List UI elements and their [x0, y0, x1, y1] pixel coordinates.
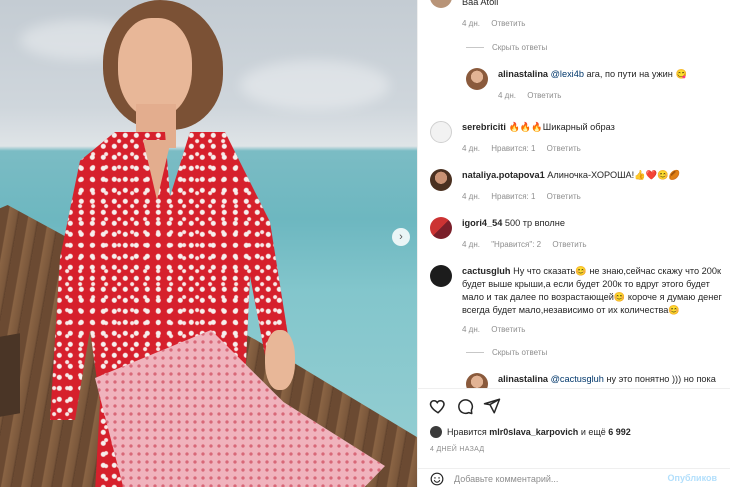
comment-meta: 4 дн. "Нравится": 2 Ответить	[462, 240, 596, 249]
hand	[265, 330, 295, 390]
comment-text: serebriciti 🔥🔥🔥Шикарный образ	[462, 121, 615, 134]
comment-body: Алиночка-ХОРОША!👍❤️😊🏉	[547, 170, 680, 180]
comment-body: 🔥🔥🔥Шикарный образ	[508, 122, 615, 132]
comments-panel: Baa Atoll 4 дн. Ответить Скрыть ответы a…	[417, 0, 730, 487]
comment-username[interactable]: nataliya.potapova1	[462, 170, 545, 180]
avatar[interactable]	[466, 373, 488, 388]
comment-meta: 4 дн. Ответить	[462, 325, 534, 334]
reply-link[interactable]: Ответить	[552, 240, 586, 249]
comment-age: 4 дн.	[462, 325, 480, 334]
likes-count[interactable]: "Нравится": 2	[491, 240, 541, 249]
caption-text: Baa Atoll	[462, 0, 499, 7]
comment-icon[interactable]	[456, 397, 474, 415]
divider	[466, 47, 484, 48]
comment-line: будет выше крыши,а если будет 200к то вд…	[462, 279, 710, 289]
comment-text: igori4_54 500 тр вполне	[462, 217, 565, 230]
reply-link[interactable]: Ответить	[547, 144, 581, 153]
send-icon[interactable]	[483, 397, 501, 415]
comment-meta: 4 дн. Нравится: 1 Ответить	[462, 144, 590, 153]
likes-summary: Нравится mlr0slava_karpovich и ещё 6 992	[430, 426, 631, 438]
avatar[interactable]	[430, 169, 452, 191]
post-photo: ›	[0, 0, 417, 487]
hide-replies-label: Скрыть ответы	[492, 348, 548, 357]
likes-middle: и ещё	[580, 427, 606, 437]
comment-age: 4 дн.	[462, 19, 480, 28]
add-comment-bar: Опубликов	[418, 468, 730, 487]
comment-emoji: 😋	[675, 69, 687, 79]
comment-text: cactusgluh Ну что сказать😊 не знаю,сейча…	[462, 265, 724, 317]
publish-button[interactable]: Опубликов	[668, 473, 717, 483]
face	[118, 18, 192, 118]
comment-age: 4 дн.	[462, 240, 480, 249]
reply-link[interactable]: Ответить	[547, 192, 581, 201]
smile-icon[interactable]	[430, 472, 444, 486]
comment-username[interactable]: alinastalina	[498, 374, 548, 384]
comment-meta: 4 дн. Нравится: 1 Ответить	[462, 192, 590, 201]
comment-username[interactable]: igori4_54	[462, 218, 502, 228]
comment-line: мало и так далее по возрастающей😊 короче…	[462, 292, 722, 302]
comment-username[interactable]: cactusgluh	[462, 266, 511, 276]
comment-line: всегда будет мало,независимо от их колич…	[462, 305, 680, 315]
comment-meta: 4 дн. Ответить	[462, 19, 534, 28]
likes-count[interactable]: Нравится: 1	[491, 144, 535, 153]
heart-icon[interactable]	[429, 397, 447, 415]
comment-age: 4 дн.	[462, 144, 480, 153]
comment-text: alinastalina @cactusgluh ну это понятно …	[498, 373, 716, 386]
comment-age: 4 дн.	[462, 192, 480, 201]
comment-text: alinastalina @lexi4b ага, по пути на ужи…	[498, 68, 687, 81]
hide-replies-toggle[interactable]: Скрыть ответы	[466, 43, 547, 52]
hide-replies-toggle[interactable]: Скрыть ответы	[466, 348, 547, 357]
avatar[interactable]	[430, 217, 452, 239]
avatar[interactable]	[466, 68, 488, 90]
comment-username[interactable]: serebriciti	[462, 122, 506, 132]
post-date[interactable]: 4 ДНЕЙ НАЗАД	[430, 446, 484, 453]
liker-avatar[interactable]	[430, 426, 442, 438]
likes-total[interactable]: 6 992	[608, 427, 631, 437]
next-photo-button[interactable]: ›	[392, 228, 410, 246]
likes-count[interactable]: Нравится: 1	[491, 192, 535, 201]
avatar[interactable]	[430, 121, 452, 143]
post-actions: Нравится mlr0slava_karpovich и ещё 6 992…	[418, 388, 730, 487]
comments-list: Baa Atoll 4 дн. Ответить Скрыть ответы a…	[418, 0, 730, 388]
comment-line: Ну что сказать😊 не знаю,сейчас скажу что…	[513, 266, 722, 276]
comment-body: ну это понятно ))) но пока	[606, 374, 716, 384]
comment-age: 4 дн.	[498, 91, 516, 100]
cloud	[240, 60, 390, 110]
comment-text: nataliya.potapova1 Алиночка-ХОРОША!👍❤️😊🏉	[462, 169, 680, 182]
hide-replies-label: Скрыть ответы	[492, 43, 548, 52]
comment-body: ага, по пути на ужин	[586, 69, 673, 79]
avatar[interactable]	[430, 265, 452, 287]
mention-link[interactable]: @lexi4b	[551, 69, 584, 79]
comment-body: 500 тр вполне	[504, 218, 565, 228]
comment-username[interactable]: alinastalina	[498, 69, 548, 79]
divider	[466, 352, 484, 353]
comment-meta: 4 дн. Ответить	[498, 91, 570, 100]
liker-username[interactable]: mlr0slava_karpovich	[489, 427, 578, 437]
comment-input[interactable]	[454, 472, 674, 486]
reply-link[interactable]: Ответить	[491, 19, 525, 28]
reply-link[interactable]: Ответить	[527, 91, 561, 100]
railing	[0, 333, 20, 417]
mention-link[interactable]: @cactusgluh	[551, 374, 604, 384]
likes-prefix: Нравится	[447, 427, 487, 437]
reply-link[interactable]: Ответить	[491, 325, 525, 334]
avatar[interactable]	[430, 0, 452, 8]
